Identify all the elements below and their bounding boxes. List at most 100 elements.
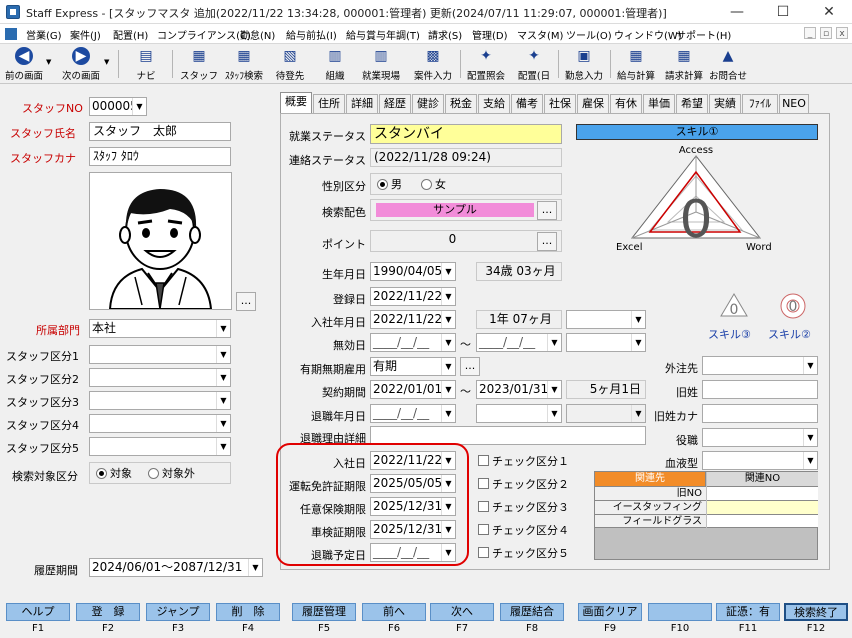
billing-button[interactable]: ▦ 請求計算 [660, 46, 708, 82]
staff-kana-input[interactable]: ｽﾀｯﾌ ﾀﾛｳ [89, 147, 231, 166]
blood-select[interactable]: ▼ [702, 451, 818, 470]
history-manage-button[interactable]: 履歴管理 [292, 603, 356, 621]
check-1-checkbox[interactable] [478, 455, 489, 466]
staff-search-button[interactable]: ▦ ｽﾀｯﾌ検索 [220, 46, 268, 82]
old-name-input[interactable] [702, 380, 818, 399]
prev-button[interactable]: 前へ [362, 603, 426, 621]
help-button[interactable]: ヘルプ [6, 603, 70, 621]
attendance-input-button[interactable]: ▣ 勤怠入力 [560, 46, 608, 82]
search-target-off-radio[interactable] [148, 468, 159, 479]
tab-preference[interactable]: 希望 [676, 94, 708, 113]
jump-button[interactable]: ジャンプ [146, 603, 210, 621]
menu-admin[interactable]: 管理(D) [472, 27, 508, 42]
payroll-button[interactable]: ▦ 給与計算 [612, 46, 660, 82]
organization-button[interactable]: ▥ 組織 [314, 46, 356, 82]
staff-name-input[interactable]: スタッフ 太郎 [89, 122, 231, 141]
chevron-down-icon[interactable]: ▼ [104, 58, 109, 66]
menu-window[interactable]: ウィンドウ(W) [614, 27, 682, 42]
tab-employment-insurance[interactable]: 雇保 [577, 94, 609, 113]
invalid-to-select[interactable]: ____/__/__ ▼ [476, 333, 562, 352]
check-2-checkbox[interactable] [478, 478, 489, 489]
menu-salary-advance[interactable]: 給与前払(I) [286, 27, 337, 42]
mdi-close-button[interactable]: x [836, 27, 848, 39]
search-color-button[interactable]: ... [537, 201, 557, 220]
waiting-button[interactable]: ▧ 待登先 [268, 46, 312, 82]
work-status-field[interactable]: スタンバイ [370, 124, 562, 144]
menu-placement[interactable]: 配置(H) [113, 27, 148, 42]
photo-browse-button[interactable]: ... [236, 292, 256, 311]
close-button[interactable]: ✕ [806, 0, 852, 24]
staff-category-4-select[interactable]: ▼ [89, 414, 231, 433]
hire-extra-select[interactable]: ▼ [566, 310, 646, 329]
history-select[interactable]: 2024/06/01～2087/12/31 ▼ [89, 558, 263, 577]
staff-no-select[interactable]: 000005 ▼ [89, 97, 147, 116]
menu-billing[interactable]: 請求(S) [428, 27, 462, 42]
menu-master[interactable]: マスタ(M) [517, 27, 563, 42]
check-5-checkbox[interactable] [478, 547, 489, 558]
check-4-checkbox[interactable] [478, 524, 489, 535]
mdi-minimize-button[interactable]: _ [804, 27, 816, 39]
tab-details[interactable]: 詳細 [346, 94, 378, 113]
tab-results[interactable]: 実績 [709, 94, 741, 113]
tab-paid-leave[interactable]: 有休 [610, 94, 642, 113]
inquiry-button[interactable]: ▲ お問合せ [706, 46, 750, 82]
hire-date-select[interactable]: 2022/11/22 ▼ [370, 310, 456, 329]
old-kana-input[interactable] [702, 404, 818, 423]
skill-3-label[interactable]: スキル③ [708, 326, 751, 342]
prev-screen-button[interactable]: ◀ 前の画面 [2, 46, 46, 82]
staff-category-3-select[interactable]: ▼ [89, 391, 231, 410]
retire-date-select[interactable]: ____/__/__ ▼ [370, 404, 456, 423]
tab-file[interactable]: ﾌｧｲﾙ [742, 94, 778, 113]
minimize-button[interactable]: — [714, 0, 760, 24]
maximize-button[interactable]: ☐ [760, 0, 806, 24]
clear-screen-button[interactable]: 画面クリア [578, 603, 642, 621]
mdi-restore-button[interactable]: ▫ [820, 27, 832, 39]
related-row-value[interactable] [707, 514, 818, 528]
contract-from-select[interactable]: 2022/01/01 ▼ [370, 380, 456, 399]
tab-health[interactable]: 健診 [412, 94, 444, 113]
search-end-button[interactable]: 検索終了 [784, 603, 848, 621]
dept-select[interactable]: 本社 ▼ [89, 319, 231, 338]
point-button[interactable]: ... [537, 232, 557, 251]
staff-category-5-select[interactable]: ▼ [89, 437, 231, 456]
tab-address[interactable]: 住所 [313, 94, 345, 113]
gender-female-radio[interactable] [421, 179, 432, 190]
invalid-from-select[interactable]: ____/__/__ ▼ [370, 333, 456, 352]
menu-attendance[interactable]: 勤怠(N) [240, 27, 275, 42]
tab-career[interactable]: 経歴 [379, 94, 411, 113]
retire-reason-select[interactable]: ▼ [476, 404, 562, 423]
staff-category-1-select[interactable]: ▼ [89, 345, 231, 364]
menu-sales[interactable]: 営業(G) [26, 27, 62, 42]
staff-button[interactable]: ▦ スタッフ [178, 46, 220, 82]
position-select[interactable]: ▼ [702, 428, 818, 447]
related-row-value[interactable] [707, 500, 818, 514]
gender-male-radio[interactable] [377, 179, 388, 190]
register-button[interactable]: 登 録 [76, 603, 140, 621]
contract-to-select[interactable]: 2023/01/31 ▼ [476, 380, 562, 399]
skill-2-thumbnail[interactable]: 0 [776, 292, 810, 320]
invalid-extra-select[interactable]: ▼ [566, 333, 646, 352]
tab-neo[interactable]: NEO [779, 94, 809, 113]
case-input-button[interactable]: ▩ 案件入力 [408, 46, 458, 82]
menu-tools[interactable]: ツール(O) [566, 27, 612, 42]
tab-unit-price[interactable]: 単価 [643, 94, 675, 113]
skill-2-label[interactable]: スキル② [768, 326, 811, 342]
f10-button[interactable] [648, 603, 712, 621]
tab-notes[interactable]: 備考 [511, 94, 543, 113]
next-screen-button[interactable]: ▶ 次の画面 [58, 46, 104, 82]
tab-overview[interactable]: 概要 [280, 92, 312, 114]
delete-button[interactable]: 削 除 [216, 603, 280, 621]
navi-button[interactable]: ▤ ナビ [126, 46, 166, 82]
tab-tax[interactable]: 税金 [445, 94, 477, 113]
outsource-select[interactable]: ▼ [702, 356, 818, 375]
menu-salary[interactable]: 給与賞与年調(T) [346, 27, 420, 42]
search-target-on-radio[interactable] [96, 468, 107, 479]
menu-support[interactable]: サポート(H) [676, 27, 731, 42]
tab-social-insurance[interactable]: 社保 [544, 94, 576, 113]
voucher-button[interactable]: 証憑：有 [716, 603, 780, 621]
history-merge-button[interactable]: 履歴結合 [500, 603, 564, 621]
check-3-checkbox[interactable] [478, 501, 489, 512]
next-button[interactable]: 次へ [430, 603, 494, 621]
placement-inquiry-button[interactable]: ✦ 配置照会 [462, 46, 510, 82]
register-date-select[interactable]: 2022/11/22 ▼ [370, 287, 456, 306]
